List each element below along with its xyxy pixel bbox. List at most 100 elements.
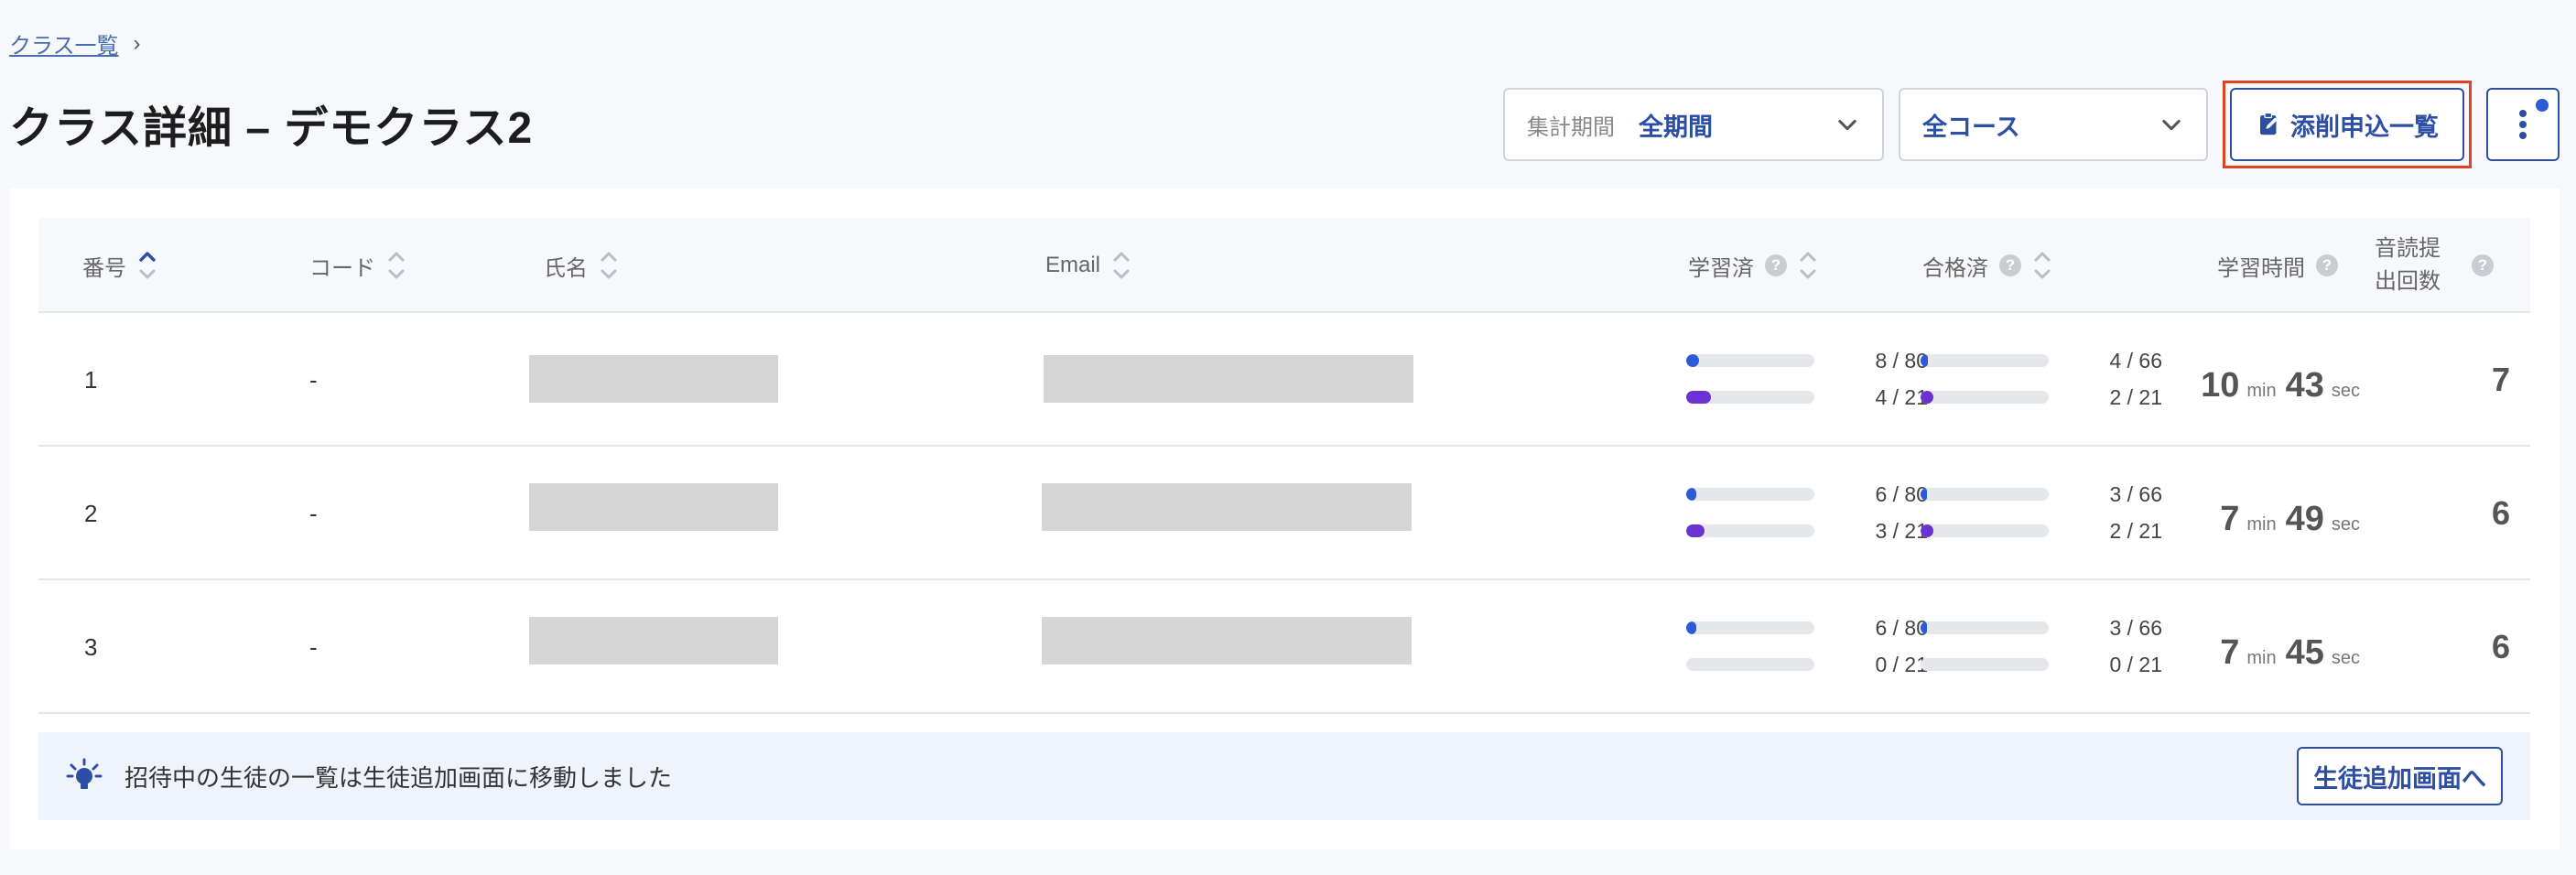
header-reading-count-line1: 音読提 bbox=[2375, 236, 2441, 261]
table-row[interactable]: 1 - 8 / 80 4 / 21 4 / 66 2 / 21 10 min 43 s… bbox=[38, 313, 2530, 447]
clipboard-edit-icon bbox=[2260, 112, 2278, 135]
learned-count-a: 6 / 80 bbox=[1875, 481, 1928, 506]
more-menu-button[interactable] bbox=[2486, 88, 2560, 161]
breadcrumb: クラス一覧 › bbox=[9, 27, 141, 59]
passed-bar-a bbox=[1921, 488, 2049, 501]
header-study-time-label: 学習時間 bbox=[2217, 255, 2305, 281]
reading-count: 7 bbox=[2491, 361, 2510, 398]
row-code: - bbox=[309, 365, 318, 394]
header-controls: 集計期間 全期間 全コース 添削申込一覧 bbox=[1503, 81, 2560, 168]
invite-notice-message: 招待中の生徒の一覧は生徒追加画面に移動しました bbox=[124, 763, 673, 792]
study-seconds: 49 bbox=[2285, 500, 2324, 538]
header-number-label: 番号 bbox=[82, 255, 126, 281]
passed-bar-a bbox=[1921, 354, 2049, 367]
help-icon[interactable]: ? bbox=[1765, 254, 1787, 276]
header-learned-label: 学習済 bbox=[1688, 255, 1754, 281]
row-code: - bbox=[309, 632, 318, 661]
header-code-label: コード bbox=[309, 255, 375, 281]
row-number: 3 bbox=[84, 632, 98, 661]
seconds-unit: sec bbox=[2331, 381, 2360, 401]
learned-bar-a bbox=[1686, 488, 1814, 501]
learned-count-a: 8 / 80 bbox=[1875, 348, 1928, 373]
help-icon[interactable]: ? bbox=[1999, 254, 2021, 276]
header-reading-count: 音読提 出回数 ? bbox=[2375, 218, 2494, 313]
sort-icon bbox=[388, 252, 405, 279]
sort-icon bbox=[2034, 252, 2051, 279]
header-number[interactable]: 番号 bbox=[82, 218, 157, 313]
header-email-label: Email bbox=[1045, 253, 1101, 277]
correction-list-label: 添削申込一覧 bbox=[2290, 113, 2439, 141]
period-select-label: 集計期間 bbox=[1527, 114, 1615, 140]
header-learned[interactable]: 学習済 ? bbox=[1688, 218, 1818, 313]
learned-bar-b bbox=[1686, 391, 1814, 404]
header-study-time: 学習時間 ? bbox=[2217, 218, 2338, 313]
invite-notice: 招待中の生徒の一覧は生徒追加画面に移動しました 生徒追加画面へ bbox=[38, 732, 2530, 820]
reading-count: 6 bbox=[2491, 628, 2510, 665]
students-table: 番号 コード 氏名 Email 学習済 ? 合格済 ? 学習時間 ? 音読提 出… bbox=[38, 218, 2530, 714]
kebab-menu-icon bbox=[2519, 110, 2527, 139]
period-select[interactable]: 集計期間 全期間 bbox=[1503, 88, 1884, 161]
notification-dot bbox=[2536, 99, 2549, 112]
help-icon[interactable]: ? bbox=[2316, 254, 2338, 276]
redacted-name bbox=[529, 355, 778, 403]
header-reading-count-label: 音読提 出回数 bbox=[2375, 232, 2441, 298]
correction-list-highlight: 添削申込一覧 bbox=[2223, 81, 2472, 168]
seconds-unit: sec bbox=[2331, 648, 2360, 668]
table-header: 番号 コード 氏名 Email 学習済 ? 合格済 ? 学習時間 ? 音読提 出… bbox=[38, 218, 2530, 313]
study-time: 7 min 49 sec bbox=[2153, 447, 2369, 580]
passed-bar-b bbox=[1921, 524, 2049, 537]
redacted-name bbox=[529, 483, 778, 531]
study-time: 10 min 43 sec bbox=[2153, 313, 2369, 447]
chevron-down-icon bbox=[1838, 119, 1856, 131]
chevron-down-icon bbox=[2162, 119, 2181, 131]
learned-count-b: 0 / 21 bbox=[1875, 652, 1928, 676]
learned-bar-a bbox=[1686, 354, 1814, 367]
passed-bar-b bbox=[1921, 658, 2049, 671]
minutes-unit: min bbox=[2246, 381, 2277, 401]
breadcrumb-class-list-link[interactable]: クラス一覧 bbox=[9, 27, 119, 59]
study-minutes: 10 bbox=[2201, 366, 2240, 405]
study-time: 7 min 45 sec bbox=[2153, 580, 2369, 714]
redacted-email bbox=[1044, 355, 1413, 403]
course-select[interactable]: 全コース bbox=[1899, 88, 2208, 161]
header-email[interactable]: Email bbox=[1045, 218, 1131, 313]
passed-count-b: 2 / 21 bbox=[2109, 384, 2162, 409]
passed-count-a: 3 / 66 bbox=[2109, 481, 2162, 506]
learned-count-b: 3 / 21 bbox=[1875, 518, 1928, 543]
table-row[interactable]: 2 - 6 / 80 3 / 21 3 / 66 2 / 21 7 min 49 se… bbox=[38, 447, 2530, 580]
header-passed-label: 合格済 bbox=[1922, 255, 1988, 281]
passed-count-b: 0 / 21 bbox=[2109, 652, 2162, 676]
table-row[interactable]: 3 - 6 / 80 0 / 21 3 / 66 0 / 21 7 min 45 se… bbox=[38, 580, 2530, 714]
learned-bar-b bbox=[1686, 658, 1814, 671]
header-name[interactable]: 氏名 bbox=[544, 218, 619, 313]
header-reading-count-line2: 出回数 bbox=[2375, 269, 2441, 294]
header-code[interactable]: コード bbox=[309, 218, 406, 313]
study-minutes: 7 bbox=[2220, 500, 2240, 538]
sort-icon bbox=[1800, 252, 1816, 279]
passed-count-a: 3 / 66 bbox=[2109, 615, 2162, 640]
reading-count: 6 bbox=[2491, 494, 2510, 532]
add-student-screen-button[interactable]: 生徒追加画面へ bbox=[2297, 747, 2503, 805]
minutes-unit: min bbox=[2246, 648, 2277, 668]
minutes-unit: min bbox=[2246, 514, 2277, 535]
redacted-email bbox=[1042, 483, 1412, 531]
redacted-email bbox=[1042, 617, 1412, 664]
learned-progress: 6 / 80 3 / 21 bbox=[1686, 476, 1961, 549]
learned-bar-a bbox=[1686, 621, 1814, 634]
row-code: - bbox=[309, 499, 318, 527]
page-title: クラス詳細 – デモクラス2 bbox=[9, 104, 534, 153]
passed-count-b: 2 / 21 bbox=[2109, 518, 2162, 543]
row-number: 1 bbox=[84, 365, 98, 394]
study-seconds: 45 bbox=[2285, 633, 2324, 672]
redacted-name bbox=[529, 617, 778, 664]
correction-list-button[interactable]: 添削申込一覧 bbox=[2230, 88, 2464, 161]
sort-icon bbox=[601, 252, 617, 279]
chevron-right-icon: › bbox=[133, 30, 141, 56]
lightbulb-icon bbox=[66, 758, 103, 789]
help-icon[interactable]: ? bbox=[2472, 254, 2494, 276]
sort-active-icon bbox=[139, 252, 156, 279]
passed-bar-b bbox=[1921, 391, 2049, 404]
seconds-unit: sec bbox=[2331, 514, 2360, 535]
header-passed[interactable]: 合格済 ? bbox=[1922, 218, 2052, 313]
learned-bar-b bbox=[1686, 524, 1814, 537]
